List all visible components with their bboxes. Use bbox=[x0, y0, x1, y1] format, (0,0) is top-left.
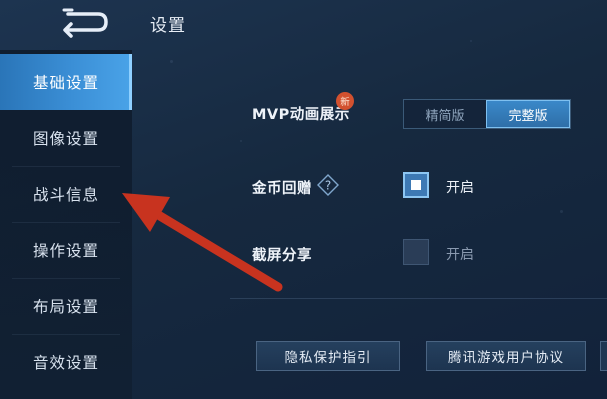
user-agreement-button[interactable]: 腾讯游戏用户协议 bbox=[426, 341, 586, 371]
page-title: 设置 bbox=[150, 16, 186, 36]
sidebar-item-image-settings[interactable]: 图像设置 bbox=[0, 110, 132, 166]
new-badge: 新 bbox=[336, 92, 354, 110]
coin-gift-toggle-label: 开启 bbox=[446, 180, 474, 196]
sidebar: 基础设置 图像设置 战斗信息 操作设置 布局设置 音效设置 bbox=[0, 50, 132, 399]
question-diamond-icon[interactable]: ? bbox=[317, 174, 339, 196]
sidebar-item-battle-info[interactable]: 战斗信息 bbox=[0, 166, 132, 222]
sidebar-item-label: 布局设置 bbox=[32, 298, 99, 316]
check-mark bbox=[411, 180, 421, 190]
sidebar-item-label: 音效设置 bbox=[32, 354, 99, 372]
sidebar-item-label: 操作设置 bbox=[32, 242, 99, 260]
section-divider bbox=[230, 298, 607, 299]
partial-button[interactable] bbox=[600, 341, 607, 371]
back-arrow-icon bbox=[62, 8, 108, 38]
background-sparkle bbox=[240, 140, 242, 142]
sidebar-item-layout-settings[interactable]: 布局设置 bbox=[0, 278, 132, 334]
mvp-animation-selector: 精简版 完整版 bbox=[403, 99, 571, 129]
screenshot-share-label: 截屏分享 bbox=[252, 248, 312, 264]
sidebar-item-sound-settings[interactable]: 音效设置 bbox=[0, 334, 132, 390]
sidebar-item-control-settings[interactable]: 操作设置 bbox=[0, 222, 132, 278]
top-bar: 设置 bbox=[0, 0, 607, 46]
user-agreement-label: 腾讯游戏用户协议 bbox=[448, 350, 564, 366]
sidebar-item-label: 战斗信息 bbox=[32, 186, 99, 204]
background-sparkle bbox=[170, 60, 173, 63]
sidebar-item-basic-settings[interactable]: 基础设置 bbox=[0, 54, 132, 110]
mvp-option-full[interactable]: 完整版 bbox=[486, 100, 570, 128]
privacy-guide-label: 隐私保护指引 bbox=[284, 350, 372, 366]
back-button[interactable] bbox=[54, 6, 110, 38]
background-sparkle bbox=[560, 210, 563, 213]
sidebar-item-label: 基础设置 bbox=[32, 74, 99, 92]
mvp-animation-label: MVP动画展示 bbox=[252, 107, 350, 123]
screenshot-share-checkbox[interactable] bbox=[403, 239, 429, 265]
sidebar-item-label: 图像设置 bbox=[32, 130, 99, 148]
mvp-option-lite[interactable]: 精简版 bbox=[404, 100, 486, 128]
svg-text:?: ? bbox=[325, 179, 331, 193]
coin-gift-label: 金币回赠 bbox=[252, 181, 312, 197]
coin-gift-checkbox[interactable] bbox=[403, 172, 429, 198]
privacy-guide-button[interactable]: 隐私保护指引 bbox=[256, 341, 400, 371]
screenshot-share-toggle-label: 开启 bbox=[446, 247, 474, 263]
